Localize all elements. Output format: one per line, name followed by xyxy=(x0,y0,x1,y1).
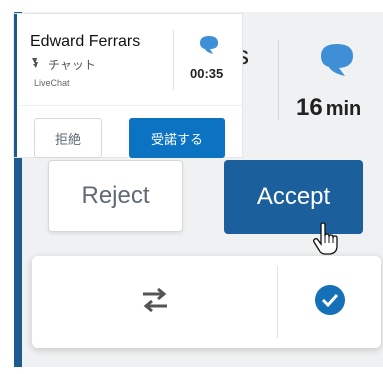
arrow-icon xyxy=(30,57,40,72)
check-circle-icon xyxy=(314,284,346,321)
accept-button[interactable]: 受諾する xyxy=(129,118,225,158)
chat-bubble-icon xyxy=(317,40,357,80)
channel-type-row: チャット xyxy=(30,56,96,73)
reject-button-large[interactable]: Reject xyxy=(48,160,183,232)
divider xyxy=(173,30,174,90)
transfer-arrows-icon xyxy=(139,284,171,321)
wait-time-value: 16 xyxy=(296,94,323,121)
reject-button[interactable]: 拒絶 xyxy=(34,118,102,158)
channel-type: チャット xyxy=(48,58,96,72)
chat-bubble-icon xyxy=(198,34,220,56)
elapsed-timer: 00:35 xyxy=(190,66,224,81)
action-bar xyxy=(32,256,381,348)
wait-time-unit: min xyxy=(325,98,362,120)
divider xyxy=(20,105,242,106)
contact-source: LiveChat xyxy=(34,78,70,88)
wait-time: 16 min xyxy=(296,94,361,122)
transfer-button[interactable] xyxy=(32,256,277,348)
hand-cursor-icon xyxy=(312,222,340,256)
confirm-button[interactable] xyxy=(278,256,381,348)
divider xyxy=(278,40,279,120)
accept-button-large[interactable]: Accept xyxy=(224,160,363,234)
incoming-contact-notification: Edward Ferrars チャット LiveChat 00:35 拒絶 受諾… xyxy=(14,14,242,158)
contact-name: Edward Ferrars xyxy=(30,33,141,50)
